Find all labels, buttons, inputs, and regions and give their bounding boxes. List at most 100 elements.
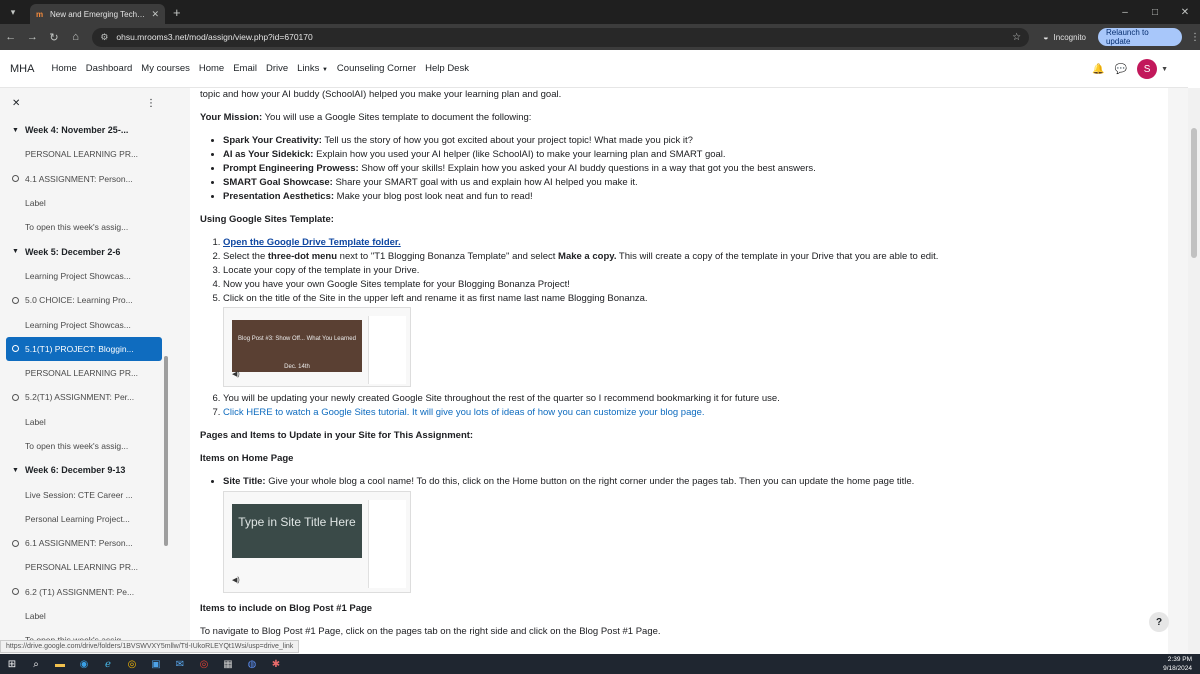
messages-icon[interactable]: 💬 xyxy=(1115,64,1127,75)
edge-icon[interactable]: ◉ xyxy=(72,654,96,674)
address-bar[interactable]: ⚙ ohsu.mrooms3.net/mod/assign/view.php?i… xyxy=(92,27,1030,47)
course-index-label: 5.1(T1) PROJECT: Bloggin... xyxy=(25,343,134,354)
course-index-label: Week 6: December 9-13 xyxy=(24,465,126,476)
course-section-14[interactable]: ▼ Week 6: December 9-13 xyxy=(0,458,168,482)
site-title-gif[interactable]: Type in Site Title Here ◀) xyxy=(223,491,411,593)
course-index-item-4[interactable]: To open this week's assig... xyxy=(0,215,168,239)
back-icon[interactable]: ← xyxy=(0,26,22,48)
tab-search-icon[interactable]: ▾ xyxy=(4,3,22,21)
mail-icon[interactable]: ✉ xyxy=(168,654,192,674)
tab-title: New and Emerging Technologi xyxy=(50,9,145,19)
nav-link-my-courses[interactable]: My courses xyxy=(141,63,190,74)
nav-link-links[interactable]: Links ▼ xyxy=(297,63,328,74)
course-index-item-3[interactable]: Label xyxy=(0,191,168,215)
step-2: Select the three-dot menu next to "T1 Bl… xyxy=(223,250,1158,264)
minimize-icon[interactable]: – xyxy=(1110,0,1140,24)
pages-heading: Pages and Items to Update in your Site f… xyxy=(200,430,474,441)
course-index-item-10[interactable]: PERSONAL LEARNING PR... xyxy=(0,361,168,385)
course-index-label: 5.0 CHOICE: Learning Pro... xyxy=(25,295,133,306)
course-index-item-18[interactable]: PERSONAL LEARNING PR... xyxy=(0,555,168,579)
course-index-item-15[interactable]: Live Session: CTE Career ... xyxy=(0,482,168,506)
nav-link-drive[interactable]: Drive xyxy=(266,63,288,74)
gif-cookie-title: Blog Post #3: Show Off... What You Learn… xyxy=(238,336,356,342)
recorder-icon[interactable]: ◍ xyxy=(240,654,264,674)
forward-icon[interactable]: → xyxy=(22,26,44,48)
user-menu-chevron-icon[interactable]: ▼ xyxy=(1161,66,1168,73)
course-index-item-16[interactable]: Personal Learning Project... xyxy=(0,507,168,531)
nav-link-email[interactable]: Email xyxy=(233,63,257,74)
browser-tab-active[interactable]: m New and Emerging Technologi ✕ xyxy=(30,4,165,24)
course-index-item-8[interactable]: Learning Project Showcas... xyxy=(0,312,168,336)
clock-time: 2:39 PM xyxy=(1167,656,1192,663)
course-index-label: Personal Learning Project... xyxy=(25,513,130,524)
mission-point-text: Share your SMART goal with us and explai… xyxy=(332,177,638,188)
course-index-item-6[interactable]: Learning Project Showcas... xyxy=(0,264,168,288)
browser-menu-icon[interactable]: ⋮ xyxy=(1190,32,1200,43)
course-index-item-11[interactable]: 5.2(T1) ASSIGNMENT: Per... xyxy=(0,385,168,409)
course-index-item-19[interactable]: 6.2 (T1) ASSIGNMENT: Pe... xyxy=(0,580,168,604)
settings-icon[interactable]: ✱ xyxy=(264,654,288,674)
rename-site-gif[interactable]: Blog Post #3: Show Off... What You Learn… xyxy=(223,307,411,387)
bookmark-star-icon[interactable]: ☆ xyxy=(1012,32,1021,43)
template-heading: Using Google Sites Template: xyxy=(200,214,334,225)
user-avatar[interactable]: S xyxy=(1137,59,1158,79)
tab-close-icon[interactable]: ✕ xyxy=(151,9,159,20)
course-index-item-2[interactable]: 4.1 ASSIGNMENT: Person... xyxy=(0,167,168,191)
url-text[interactable]: ohsu.mrooms3.net/mod/assign/view.php?id=… xyxy=(116,32,1012,42)
nav-link-links-label: Links xyxy=(297,63,320,74)
close-window-icon[interactable]: ✕ xyxy=(1170,0,1200,24)
ie-icon[interactable]: ℯ xyxy=(96,654,120,674)
drive-template-folder-link[interactable]: Open the Google Drive Template folder. xyxy=(223,237,401,248)
relaunch-button[interactable]: Relaunch to update xyxy=(1097,28,1183,46)
nav-link-home-2[interactable]: Home xyxy=(199,63,224,74)
chevron-down-icon[interactable]: ▼ xyxy=(12,248,19,255)
screenshot-tool-icon[interactable]: ▦ xyxy=(216,654,240,674)
speaker-icon-2[interactable]: ◀) xyxy=(232,574,240,588)
reload-icon[interactable]: ↻ xyxy=(43,26,65,48)
nav-link-counseling-corner[interactable]: Counseling Corner xyxy=(337,63,416,74)
course-section-5[interactable]: ▼ Week 5: December 2-6 xyxy=(0,239,168,263)
course-index-item-13[interactable]: To open this week's assig... xyxy=(0,434,168,458)
page-scrollbar[interactable] xyxy=(1188,88,1200,654)
course-index-item-current[interactable]: 5.1(T1) PROJECT: Bloggin... xyxy=(6,336,162,361)
course-index-item-7[interactable]: 5.0 CHOICE: Learning Pro... xyxy=(0,288,168,312)
site-title-text: Give your whole blog a cool name! To do … xyxy=(265,476,915,487)
course-section-0[interactable]: ▼ Week 4: November 25-... xyxy=(0,118,168,142)
help-button[interactable]: ? xyxy=(1149,612,1169,632)
site-brand[interactable]: MHA xyxy=(10,63,34,75)
nav-link-help-desk[interactable]: Help Desk xyxy=(425,63,469,74)
app-icon[interactable]: ▣ xyxy=(144,654,168,674)
site-info-icon[interactable]: ⚙ xyxy=(100,32,108,43)
home-icon[interactable]: ⌂ xyxy=(65,26,87,48)
drawer-options-icon[interactable]: ⋮ xyxy=(146,98,156,109)
file-explorer-icon[interactable]: ▬ xyxy=(48,654,72,674)
start-icon[interactable]: ⊞ xyxy=(0,654,24,674)
browser-tab-strip: ▾ m New and Emerging Technologi ✕ + – □ … xyxy=(0,0,1200,24)
course-index-label: 6.1 ASSIGNMENT: Person... xyxy=(25,538,133,549)
google-sites-tutorial-link[interactable]: Click HERE to watch a Google Sites tutor… xyxy=(223,407,705,418)
maximize-icon[interactable]: □ xyxy=(1140,0,1170,24)
course-index-item-12[interactable]: Label xyxy=(0,410,168,434)
chrome-2-icon[interactable]: ◎ xyxy=(192,654,216,674)
course-index-item-20[interactable]: Label xyxy=(0,604,168,628)
course-index-item-17[interactable]: 6.1 ASSIGNMENT: Person... xyxy=(0,531,168,555)
speaker-icon[interactable]: ◀) xyxy=(232,368,240,382)
taskbar-clock[interactable]: 2:39 PM 9/18/2024 xyxy=(1163,655,1192,673)
search-icon[interactable]: ⌕ xyxy=(24,654,48,674)
mission-point-text: Explain how you used your AI helper (lik… xyxy=(313,149,726,160)
incognito-label: Incognito xyxy=(1053,32,1086,42)
nav-link-home[interactable]: Home xyxy=(51,63,76,74)
chevron-down-icon[interactable]: ▼ xyxy=(12,127,19,134)
page-scrollbar-thumb[interactable] xyxy=(1191,128,1197,258)
mission-point-text: Tell us the story of how you got excited… xyxy=(321,135,693,146)
notification-bell-icon[interactable]: 🔔 xyxy=(1092,64,1104,75)
incognito-indicator[interactable]: ◒ Incognito xyxy=(1043,32,1086,42)
course-index-item-1[interactable]: PERSONAL LEARNING PR... xyxy=(0,142,168,166)
chrome-icon[interactable]: ◎ xyxy=(120,654,144,674)
course-index-label: PERSONAL LEARNING PR... xyxy=(25,368,139,379)
nav-link-dashboard[interactable]: Dashboard xyxy=(86,63,132,74)
chevron-down-icon[interactable]: ▼ xyxy=(12,467,19,474)
close-drawer-icon[interactable]: ✕ xyxy=(12,98,20,109)
new-tab-icon[interactable]: + xyxy=(173,5,181,20)
mission-label: Your Mission: xyxy=(200,112,263,123)
